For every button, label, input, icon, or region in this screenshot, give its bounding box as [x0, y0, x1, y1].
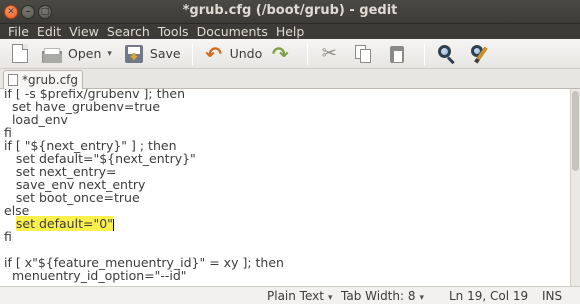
cut-button[interactable]: ✂ — [315, 41, 349, 67]
undo-button-label: Undo — [229, 46, 263, 61]
save-button[interactable]: Save — [120, 41, 185, 67]
save-button-label: Save — [149, 46, 181, 61]
selected-text: set default="0" — [15, 216, 113, 231]
menu-file[interactable]: File — [4, 24, 33, 39]
text-file-icon — [8, 74, 18, 86]
menu-tools[interactable]: Tools — [154, 24, 193, 39]
paste-icon — [387, 44, 407, 64]
open-button[interactable]: Open ▾ — [38, 41, 116, 67]
toolbar-separator — [307, 42, 309, 65]
open-dropdown-icon[interactable]: ▾ — [107, 49, 112, 59]
code-line: set default="0" — [4, 216, 114, 231]
copy-button[interactable] — [349, 41, 383, 67]
scissors-icon: ✂ — [321, 42, 337, 64]
code-line: menuentry_id_option="--id" — [4, 268, 187, 283]
search-icon — [436, 44, 456, 64]
window-title: *grub.cfg (/boot/grub) - gedit — [182, 3, 398, 18]
copy-icon — [353, 44, 373, 64]
document-tab-bar: *grub.cfg — [0, 69, 580, 89]
tab-width-label: Tab Width: 8 — [341, 289, 416, 303]
toolbar: Open ▾ Save ↶ Undo ↷ ✂ — [0, 39, 580, 69]
menu-bar: File Edit View Search Tools Documents He… — [0, 24, 580, 39]
folder-open-icon — [42, 44, 62, 64]
text-cursor — [112, 218, 114, 231]
document-tab[interactable]: *grub.cfg — [3, 70, 83, 89]
code-line: load_env — [4, 112, 68, 127]
title-bar: ✕ – □ *grub.cfg (/boot/grub) - gedit — [0, 0, 580, 24]
undo-button[interactable]: ↶ Undo — [200, 41, 267, 67]
menu-help[interactable]: Help — [272, 24, 309, 39]
vertical-scrollbar[interactable] — [570, 89, 580, 286]
scrollbar-thumb[interactable] — [572, 91, 579, 171]
insert-mode-indicator: INS — [542, 289, 563, 303]
new-document-icon — [12, 44, 28, 63]
menu-edit[interactable]: Edit — [33, 24, 65, 39]
language-label: Plain Text — [267, 289, 324, 303]
tab-width-selector[interactable]: Tab Width: 8 ▾ — [341, 289, 424, 303]
status-bar: Plain Text ▾ Tab Width: 8 ▾ Ln 19, Col 19 … — [0, 286, 580, 304]
save-icon — [124, 44, 144, 64]
chevron-down-icon: ▾ — [419, 293, 425, 303]
find-replace-icon — [470, 44, 490, 64]
chevron-down-icon: ▾ — [327, 293, 333, 303]
paste-button[interactable] — [383, 41, 417, 67]
menu-view[interactable]: View — [65, 24, 103, 39]
menu-search[interactable]: Search — [103, 24, 154, 39]
text-editor[interactable]: if [ -s $prefix/grubenv ]; then set have… — [0, 89, 570, 286]
document-tab-label: *grub.cfg — [22, 73, 79, 87]
redo-button[interactable]: ↷ — [266, 41, 300, 67]
toolbar-separator — [424, 42, 426, 65]
language-selector[interactable]: Plain Text ▾ — [267, 289, 332, 303]
find-button[interactable] — [432, 41, 466, 67]
menu-documents[interactable]: Documents — [193, 24, 272, 39]
new-document-button[interactable] — [6, 41, 38, 67]
open-button-label: Open — [68, 46, 102, 61]
undo-icon: ↶ — [205, 41, 222, 66]
toolbar-separator — [191, 42, 193, 65]
redo-icon: ↷ — [271, 41, 289, 66]
cursor-position: Ln 19, Col 19 — [449, 289, 529, 303]
code-line: fi — [4, 229, 12, 244]
replace-button[interactable] — [466, 41, 500, 67]
